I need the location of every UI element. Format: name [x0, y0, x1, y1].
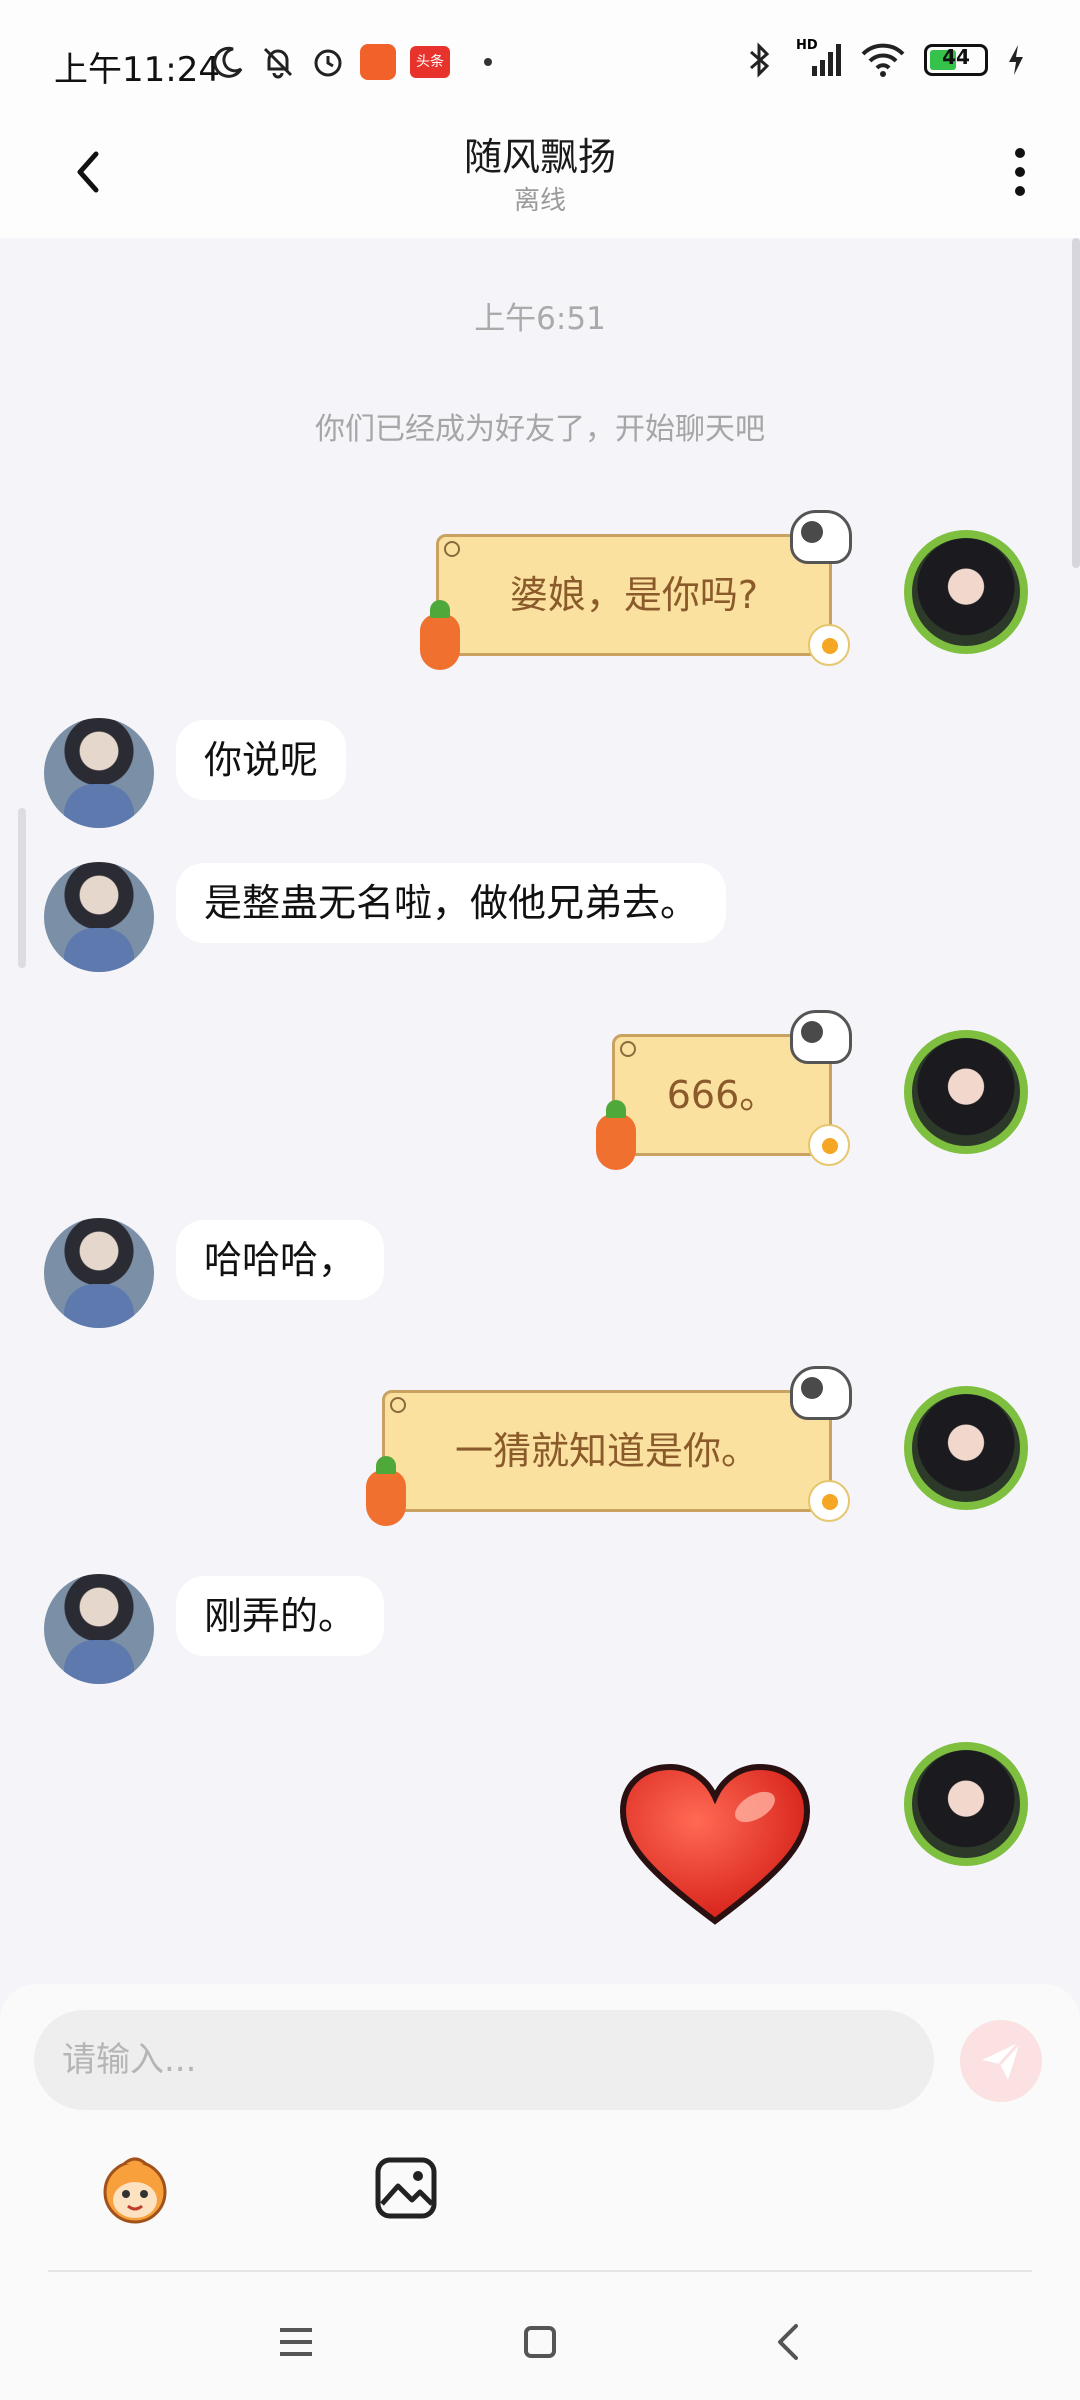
- signal-icon: HD: [796, 38, 842, 78]
- image-button[interactable]: [374, 2156, 438, 2220]
- chat-header: 随风飘扬 离线: [0, 120, 1080, 238]
- pin-icon: [390, 1397, 406, 1413]
- message-list[interactable]: 上午6:51 你们已经成为好友了，开始聊天吧 婆娘，是你吗? 你说呢 是整蛊无名…: [0, 238, 1080, 1984]
- my-message-bubble[interactable]: 一猜就知道是你。: [382, 1390, 832, 1512]
- home-button[interactable]: [518, 2320, 562, 2364]
- more-button[interactable]: [1008, 142, 1032, 202]
- chat-screen: 上午11:24 头条 HD 44 随风飘扬 离线 上午6:51 你们已经成为好友…: [0, 0, 1080, 2400]
- my-avatar[interactable]: [904, 1742, 1028, 1866]
- friend-message-bubble[interactable]: 你说呢: [176, 720, 347, 800]
- bluetooth-icon: [742, 42, 778, 78]
- more-icon: [1015, 148, 1025, 158]
- egg-decoration: [808, 1480, 850, 1522]
- friend-avatar[interactable]: [44, 718, 154, 828]
- emoji-button[interactable]: [94, 2154, 176, 2226]
- wifi-icon: [860, 42, 906, 78]
- message-timestamp: 上午6:51: [474, 301, 606, 337]
- navigation-bar: [0, 2284, 1080, 2400]
- friend-message-bubble[interactable]: 刚弄的。: [176, 1576, 385, 1656]
- pin-icon: [620, 1041, 636, 1057]
- egg-decoration: [808, 624, 850, 666]
- alarm-icon: [310, 44, 346, 80]
- send-button[interactable]: [960, 2020, 1042, 2102]
- carrot-decoration: [366, 1456, 406, 1526]
- emoji-icon: [103, 2157, 167, 2224]
- news-app-icon: 头条: [410, 46, 450, 78]
- status-time: 上午11:24: [54, 50, 220, 90]
- menu-button[interactable]: [274, 2320, 318, 2364]
- menu-icon: [280, 2328, 312, 2356]
- message-input[interactable]: [34, 2010, 934, 2110]
- signal-hd-label: HD: [796, 38, 818, 53]
- charging-icon: [1006, 42, 1026, 78]
- my-avatar[interactable]: [904, 530, 1028, 654]
- heart-icon: [619, 1763, 811, 1925]
- contact-status: 离线: [513, 186, 566, 216]
- friend-avatar[interactable]: [44, 1218, 154, 1328]
- status-notification-icons: 头条: [210, 44, 492, 80]
- chat-title: 随风飘扬: [463, 135, 616, 179]
- video-app-icon: [360, 44, 396, 80]
- friend-avatar[interactable]: [44, 862, 154, 972]
- nav-back-icon: [778, 2324, 798, 2360]
- image-icon: [375, 2157, 437, 2219]
- scrollbar[interactable]: [1072, 238, 1080, 568]
- friend-message-bubble[interactable]: 是整蛊无名啦，做他兄弟去。: [176, 863, 727, 943]
- cat-decoration: [790, 1366, 852, 1420]
- send-icon: [982, 2040, 1022, 2080]
- my-avatar[interactable]: [904, 1386, 1028, 1510]
- moon-icon: [210, 44, 246, 80]
- heart-sticker[interactable]: [615, 1761, 815, 1931]
- system-note: 你们已经成为好友了，开始聊天吧: [315, 412, 765, 447]
- status-system-icons: HD 44: [742, 38, 1026, 78]
- friend-avatar[interactable]: [44, 1574, 154, 1684]
- nav-back-button[interactable]: [768, 2320, 812, 2364]
- status-bar: 上午11:24 头条 HD 44: [0, 0, 1080, 120]
- divider: [48, 2270, 1032, 2272]
- battery-level: 44: [942, 45, 970, 69]
- my-message-bubble[interactable]: 婆娘，是你吗?: [436, 534, 832, 656]
- egg-decoration: [808, 1124, 850, 1166]
- input-panel: [0, 1984, 1080, 2400]
- my-avatar[interactable]: [904, 1030, 1028, 1154]
- more-notifications-dot: [484, 58, 492, 66]
- friend-message-bubble[interactable]: 哈哈哈，: [176, 1220, 385, 1300]
- battery-icon: 44: [924, 44, 988, 76]
- pin-icon: [444, 541, 460, 557]
- side-scroll-indicator: [18, 808, 26, 968]
- bell-off-icon: [260, 44, 296, 80]
- cat-decoration: [790, 1010, 852, 1064]
- home-icon: [524, 2326, 556, 2358]
- cat-decoration: [790, 510, 852, 564]
- carrot-decoration: [596, 1100, 636, 1170]
- carrot-decoration: [420, 600, 460, 670]
